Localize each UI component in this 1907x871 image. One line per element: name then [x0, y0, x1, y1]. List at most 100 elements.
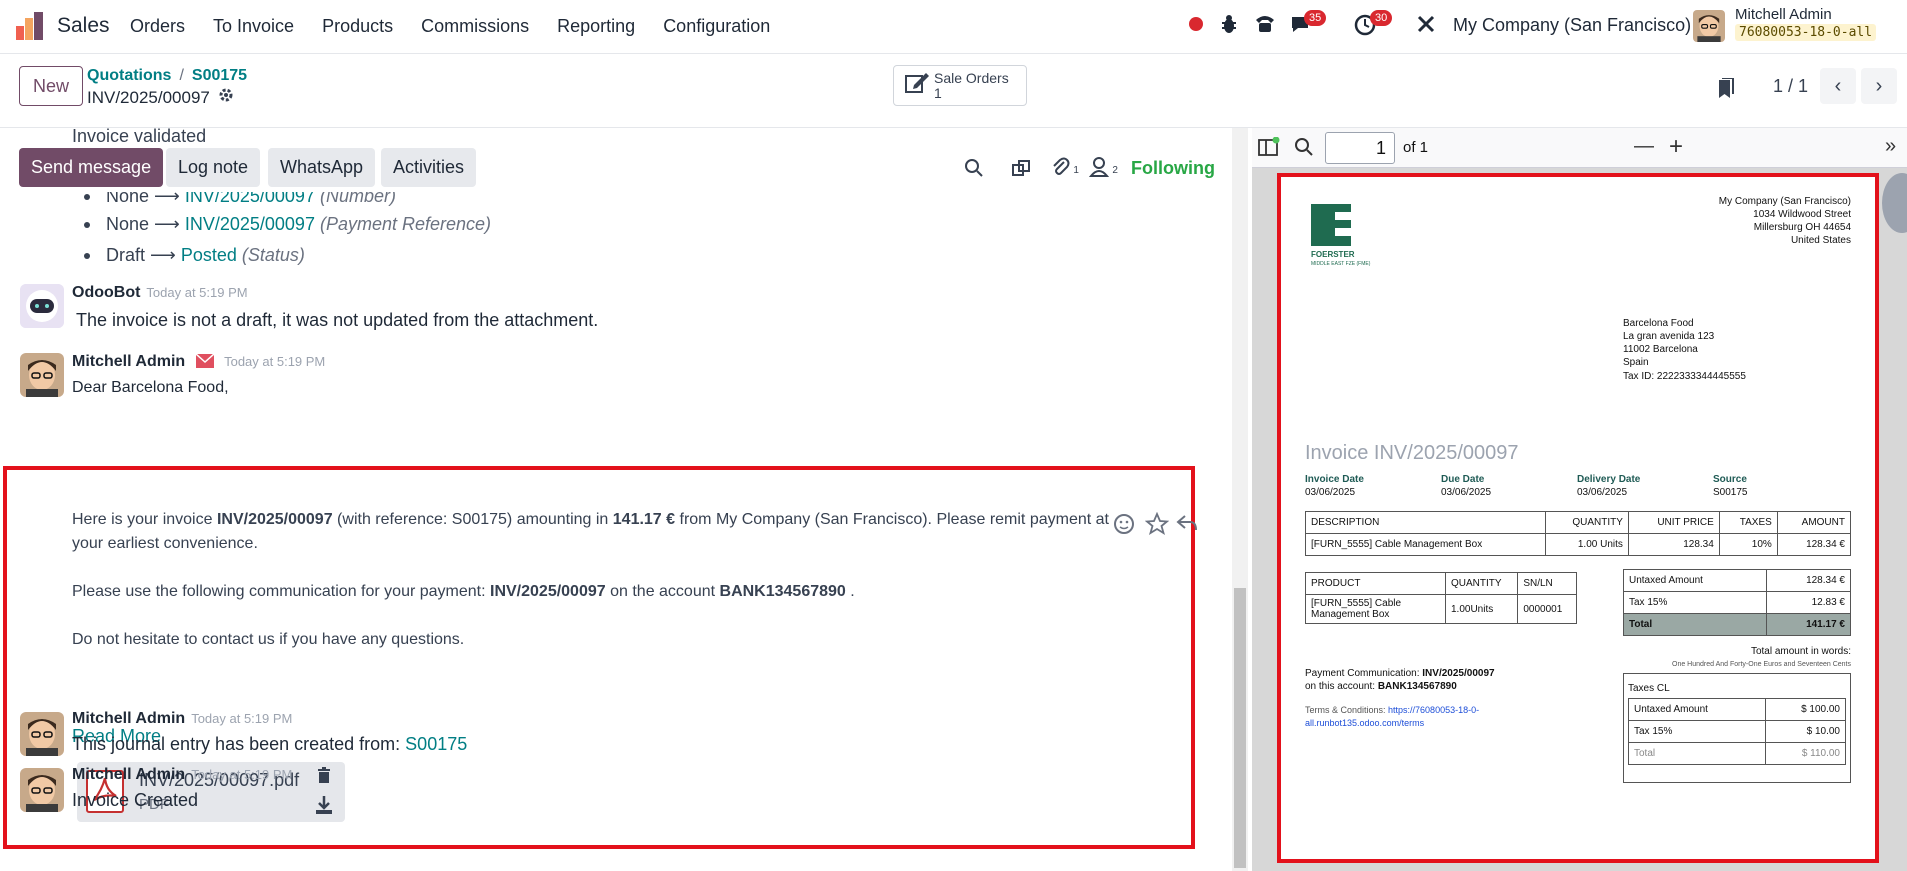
- user-name[interactable]: Mitchell Admin: [1735, 6, 1832, 23]
- tracking-payment-reference: None ⟶ INV/2025/00097 (Payment Reference…: [84, 214, 491, 235]
- breadcrumb-separator: /: [179, 67, 184, 84]
- odoobot-avatar[interactable]: [20, 284, 64, 328]
- meta-invoice-date: Invoice Date 03/06/2025: [1305, 474, 1364, 498]
- logo-subtext: MIDDLE EAST FZE (FME): [1311, 261, 1371, 267]
- gear-icon[interactable]: [218, 87, 234, 108]
- taxes-cl-table: Untaxed Amount $ 100.00 Tax 15% $ 10.00 To…: [1628, 698, 1847, 765]
- star-icon[interactable]: [1144, 511, 1170, 541]
- message-body: Invoice Created: [72, 790, 199, 810]
- pager-value[interactable]: 1 / 1: [1773, 76, 1808, 97]
- message-time: Today at 5:19 PM: [191, 767, 293, 782]
- attachments-button[interactable]: 1: [1050, 156, 1079, 181]
- bug-icon[interactable]: [1220, 14, 1238, 39]
- menu-commissions[interactable]: Commissions: [421, 16, 529, 37]
- whatsapp-button[interactable]: WhatsApp: [268, 148, 376, 187]
- mitchell-avatar[interactable]: [20, 712, 64, 756]
- mitchell-avatar[interactable]: [20, 353, 64, 397]
- terms-link-continued[interactable]: all.runbot135.odoo.com/terms: [1305, 717, 1479, 730]
- chatter-scrollbar[interactable]: [1232, 128, 1248, 871]
- serial-numbers-table: PRODUCT QUANTITY SN/LN [FURN_5555] Cable…: [1305, 572, 1577, 624]
- attachments-count: 1: [1073, 165, 1079, 176]
- menu-products[interactable]: Products: [322, 16, 393, 37]
- table-row: Total $ 110.00: [1628, 742, 1847, 765]
- scrollbar-thumb[interactable]: [1234, 588, 1246, 868]
- more-tools-icon[interactable]: »: [1885, 135, 1896, 158]
- download-icon[interactable]: [316, 796, 332, 819]
- user-avatar[interactable]: [1693, 10, 1725, 42]
- menu-configuration[interactable]: Configuration: [663, 16, 770, 37]
- activities-icon[interactable]: 30: [1354, 10, 1393, 41]
- log-note-button[interactable]: Log note: [166, 148, 261, 187]
- invoice-title: Invoice INV/2025/00097: [1305, 442, 1519, 464]
- tracking-status: Draft ⟶ Posted (Status): [84, 245, 305, 266]
- new-button[interactable]: New: [19, 66, 83, 106]
- message-author[interactable]: Mitchell Admin Today at 5:19 PM: [72, 766, 292, 784]
- mail-body: Here is your invoice INV/2025/00097 (wit…: [72, 508, 1112, 676]
- app-name[interactable]: Sales: [57, 14, 110, 38]
- edit-icon: [904, 71, 934, 100]
- company-address: My Company (San Francisco) 1034 Wildwood …: [1718, 196, 1851, 246]
- sidebar-toggle-icon[interactable]: [1258, 136, 1280, 163]
- reply-icon[interactable]: [1176, 512, 1198, 541]
- sale-orders-smart-button[interactable]: Sale Orders 1: [893, 65, 1027, 106]
- sales-app-icon[interactable]: [16, 12, 46, 40]
- search-icon[interactable]: [1294, 137, 1314, 163]
- breadcrumb-quotations[interactable]: Quotations: [87, 67, 171, 84]
- terms-conditions: Terms & Conditions: https://76080053-18-…: [1305, 705, 1480, 730]
- table-row: Tax 15% $ 10.00: [1628, 720, 1847, 743]
- record-title-row: INV/2025/00097: [87, 87, 234, 108]
- mail-paragraph-communication: Please use the following communication f…: [72, 583, 855, 600]
- scroll-handle[interactable]: [1882, 173, 1907, 233]
- order-link[interactable]: S00175: [405, 734, 467, 754]
- meta-delivery-date: Delivery Date 03/06/2025: [1577, 474, 1641, 498]
- menu-reporting[interactable]: Reporting: [557, 16, 635, 37]
- send-message-button[interactable]: Send message: [19, 148, 164, 187]
- totals-total-row: Total 141.17 €: [1623, 613, 1852, 636]
- control-panel: New Quotations / S00175 INV/2025/00097 Sal…: [0, 54, 1907, 128]
- search-icon[interactable]: [964, 158, 984, 183]
- table-row: [FURN_5555] Cable Management Box 1.00Uni…: [1305, 594, 1577, 624]
- zoom-out-icon[interactable]: —: [1634, 135, 1654, 158]
- meta-due-date: Due Date 03/06/2025: [1441, 474, 1492, 498]
- page-count: of 1: [1403, 139, 1429, 156]
- company-switcher[interactable]: My Company (San Francisco): [1453, 15, 1691, 36]
- zoom-in-icon[interactable]: +: [1669, 133, 1683, 161]
- sn-header-row: PRODUCT QUANTITY SN/LN: [1305, 572, 1577, 595]
- record-title: INV/2025/00097: [87, 87, 210, 107]
- messages-icon[interactable]: 35: [1290, 10, 1327, 39]
- total-words-value: One Hundred And Forty-One Euros and Seve…: [1672, 661, 1851, 668]
- phone-icon[interactable]: [1254, 14, 1276, 39]
- pager-next-button[interactable]: ›: [1861, 68, 1897, 104]
- pager-previous-button[interactable]: ‹: [1820, 68, 1856, 104]
- totals-table: Untaxed Amount 128.34 € Tax 15% 12.83 € To…: [1623, 569, 1852, 636]
- expand-chatter-icon[interactable]: [1011, 158, 1031, 183]
- add-reaction-icon[interactable]: [1113, 512, 1137, 541]
- totals-untaxed-row: Untaxed Amount 128.34 €: [1623, 569, 1852, 592]
- total-words-label: Total amount in words:: [1750, 646, 1851, 657]
- mitchell-avatar[interactable]: [20, 768, 64, 812]
- lines-header-row: DESCRIPTION QUANTITY UNIT PRICE TAXES AM…: [1305, 511, 1852, 534]
- menu-to-invoice[interactable]: To Invoice: [213, 16, 294, 37]
- terms-link[interactable]: https://76080053-18-0-: [1388, 705, 1479, 715]
- trash-icon[interactable]: [317, 767, 331, 788]
- message-author[interactable]: Mitchell Admin Today at 5:19 PM: [72, 710, 292, 728]
- message-author[interactable]: OdooBot Today at 5:19 PM: [72, 284, 248, 302]
- page-number-input[interactable]: 1: [1325, 132, 1395, 164]
- followers-button[interactable]: 2: [1088, 156, 1118, 181]
- chevron-right-icon: ›: [1875, 74, 1883, 97]
- followers-count: 2: [1112, 165, 1118, 176]
- menu-orders[interactable]: Orders: [130, 16, 185, 37]
- meta-source: Source S00175: [1713, 474, 1748, 498]
- following-button[interactable]: Following: [1131, 158, 1215, 179]
- taxes-cl-title: Taxes CL: [1628, 683, 1670, 694]
- smart-button-label: Sale Orders: [934, 69, 1009, 86]
- chatter-topbar-front: Send message Log note WhatsApp Activitie…: [0, 146, 1232, 192]
- record-icon[interactable]: [1188, 16, 1204, 37]
- bookmark-icon[interactable]: [1716, 77, 1736, 105]
- activities-button[interactable]: Activities: [381, 148, 477, 187]
- taxes-cl-box: Taxes CL Untaxed Amount $ 100.00 Tax 15% $…: [1623, 673, 1851, 783]
- breadcrumb-order[interactable]: S00175: [192, 67, 247, 84]
- message-author[interactable]: Mitchell Admin Today at 5:19 PM: [72, 353, 325, 373]
- tools-icon[interactable]: [1416, 14, 1436, 39]
- table-row: [FURN_5555] Cable Management Box 1.00 Un…: [1305, 533, 1852, 556]
